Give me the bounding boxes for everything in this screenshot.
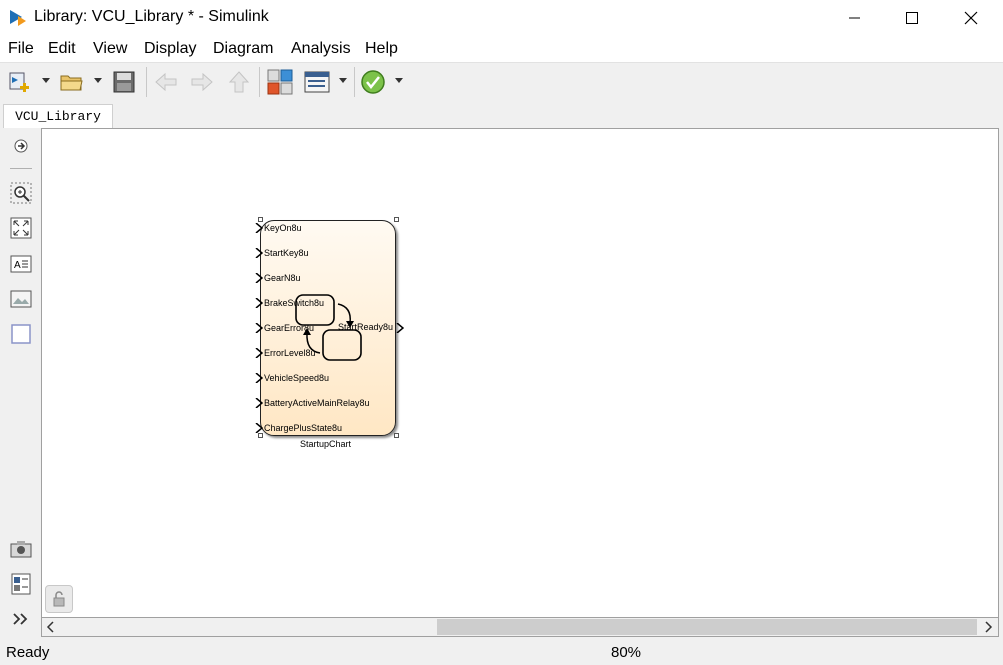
zoom-button[interactable] — [10, 182, 32, 204]
new-model-icon — [9, 72, 29, 92]
input-port[interactable] — [255, 298, 263, 308]
up-arrow-icon — [228, 71, 250, 93]
annotation-icon: A — [10, 255, 32, 273]
model-explorer-button[interactable] — [302, 69, 332, 95]
back-arrow-icon — [155, 72, 177, 92]
screenshot-button[interactable] — [10, 538, 32, 560]
selection-handle[interactable] — [394, 217, 399, 222]
save-button[interactable] — [110, 69, 138, 95]
save-icon — [113, 71, 135, 93]
input-port-label: BatteryActiveMainRelay8u — [264, 398, 370, 408]
check-dropdown[interactable] — [395, 78, 403, 83]
library-lock-button[interactable] — [45, 585, 73, 613]
window-title: Library: VCU_Library * - Simulink — [34, 8, 269, 25]
zoom-level: 80% — [611, 644, 642, 661]
scrollbar-thumb[interactable] — [437, 619, 977, 635]
fit-to-view-button[interactable] — [10, 217, 32, 239]
input-port[interactable] — [255, 323, 263, 333]
maximize-button[interactable] — [889, 0, 935, 36]
forward-button[interactable] — [188, 69, 216, 95]
image-icon — [10, 290, 32, 308]
annotation-button[interactable]: A — [10, 253, 32, 275]
minimize-icon — [849, 17, 860, 19]
menu-diagram[interactable]: Diagram — [213, 40, 273, 58]
input-port[interactable] — [255, 273, 263, 283]
svg-text:A: A — [14, 260, 21, 271]
scroll-left-icon[interactable] — [46, 621, 56, 633]
toolbar — [0, 62, 1003, 102]
input-port[interactable] — [255, 248, 263, 258]
minimize-button[interactable] — [832, 0, 878, 36]
input-port[interactable] — [255, 398, 263, 408]
report-button[interactable] — [10, 573, 32, 595]
selection-handle[interactable] — [258, 433, 263, 438]
input-port[interactable] — [255, 373, 263, 383]
input-port-label: VehicleSpeed8u — [264, 373, 330, 383]
back-button[interactable] — [152, 69, 180, 95]
expand-icon — [13, 613, 28, 625]
input-port[interactable] — [255, 348, 263, 358]
report-icon — [11, 573, 31, 595]
model-explorer-dropdown[interactable] — [339, 78, 347, 83]
input-port-label: StartKey8u — [264, 248, 309, 258]
input-port-label: GearN8u — [264, 273, 301, 283]
new-model-dropdown[interactable] — [42, 78, 50, 83]
input-port-label: KeyOn8u — [264, 223, 302, 233]
hide-show-browser-button[interactable] — [10, 135, 32, 157]
tab-strip — [0, 101, 1003, 128]
fit-to-view-icon — [10, 217, 32, 239]
forward-arrow-icon — [191, 72, 213, 92]
open-dropdown[interactable] — [94, 78, 102, 83]
lock-icon — [53, 591, 65, 607]
screenshot-icon — [10, 541, 32, 558]
menu-bar: File Edit View Display Diagram Analysis … — [0, 36, 1003, 62]
simulink-app-icon — [8, 8, 30, 28]
tab-vcu-library[interactable]: VCU_Library — [3, 104, 113, 128]
expand-button[interactable] — [10, 608, 32, 630]
close-icon — [964, 11, 978, 25]
hide-show-browser-icon — [14, 139, 28, 153]
close-button[interactable] — [948, 0, 994, 36]
output-port-label: StartReady8u — [338, 322, 394, 332]
palette-bar: A — [0, 128, 41, 638]
menu-help[interactable]: Help — [365, 40, 398, 58]
area-icon — [11, 324, 31, 344]
menu-edit[interactable]: Edit — [48, 40, 76, 58]
menu-analysis[interactable]: Analysis — [291, 40, 351, 58]
input-port-label: ChargePlusState8u — [264, 423, 343, 433]
selection-handle[interactable] — [394, 433, 399, 438]
input-port[interactable] — [255, 423, 263, 433]
status-text: Ready — [6, 644, 50, 661]
image-button[interactable] — [10, 288, 32, 310]
library-browser-icon — [267, 69, 293, 95]
menu-display[interactable]: Display — [144, 40, 196, 58]
selection-handle[interactable] — [258, 217, 263, 222]
library-browser-button[interactable] — [265, 69, 295, 95]
model-explorer-icon — [304, 71, 330, 93]
new-model-button[interactable] — [6, 69, 34, 95]
area-button[interactable] — [10, 323, 32, 345]
check-icon — [361, 70, 385, 94]
up-button[interactable] — [225, 69, 253, 95]
diagram-canvas[interactable] — [41, 128, 999, 618]
menu-file[interactable]: File — [8, 40, 34, 58]
maximize-icon — [906, 12, 918, 24]
zoom-icon — [10, 182, 32, 204]
output-port[interactable] — [396, 323, 404, 333]
block-name[interactable]: StartupChart — [300, 439, 351, 449]
input-port[interactable] — [255, 223, 263, 233]
menu-view[interactable]: View — [93, 40, 127, 58]
open-folder-icon — [60, 75, 83, 91]
check-button[interactable] — [359, 69, 387, 95]
scroll-right-icon[interactable] — [983, 621, 993, 633]
open-button[interactable] — [58, 69, 86, 95]
status-bar — [0, 640, 1003, 665]
